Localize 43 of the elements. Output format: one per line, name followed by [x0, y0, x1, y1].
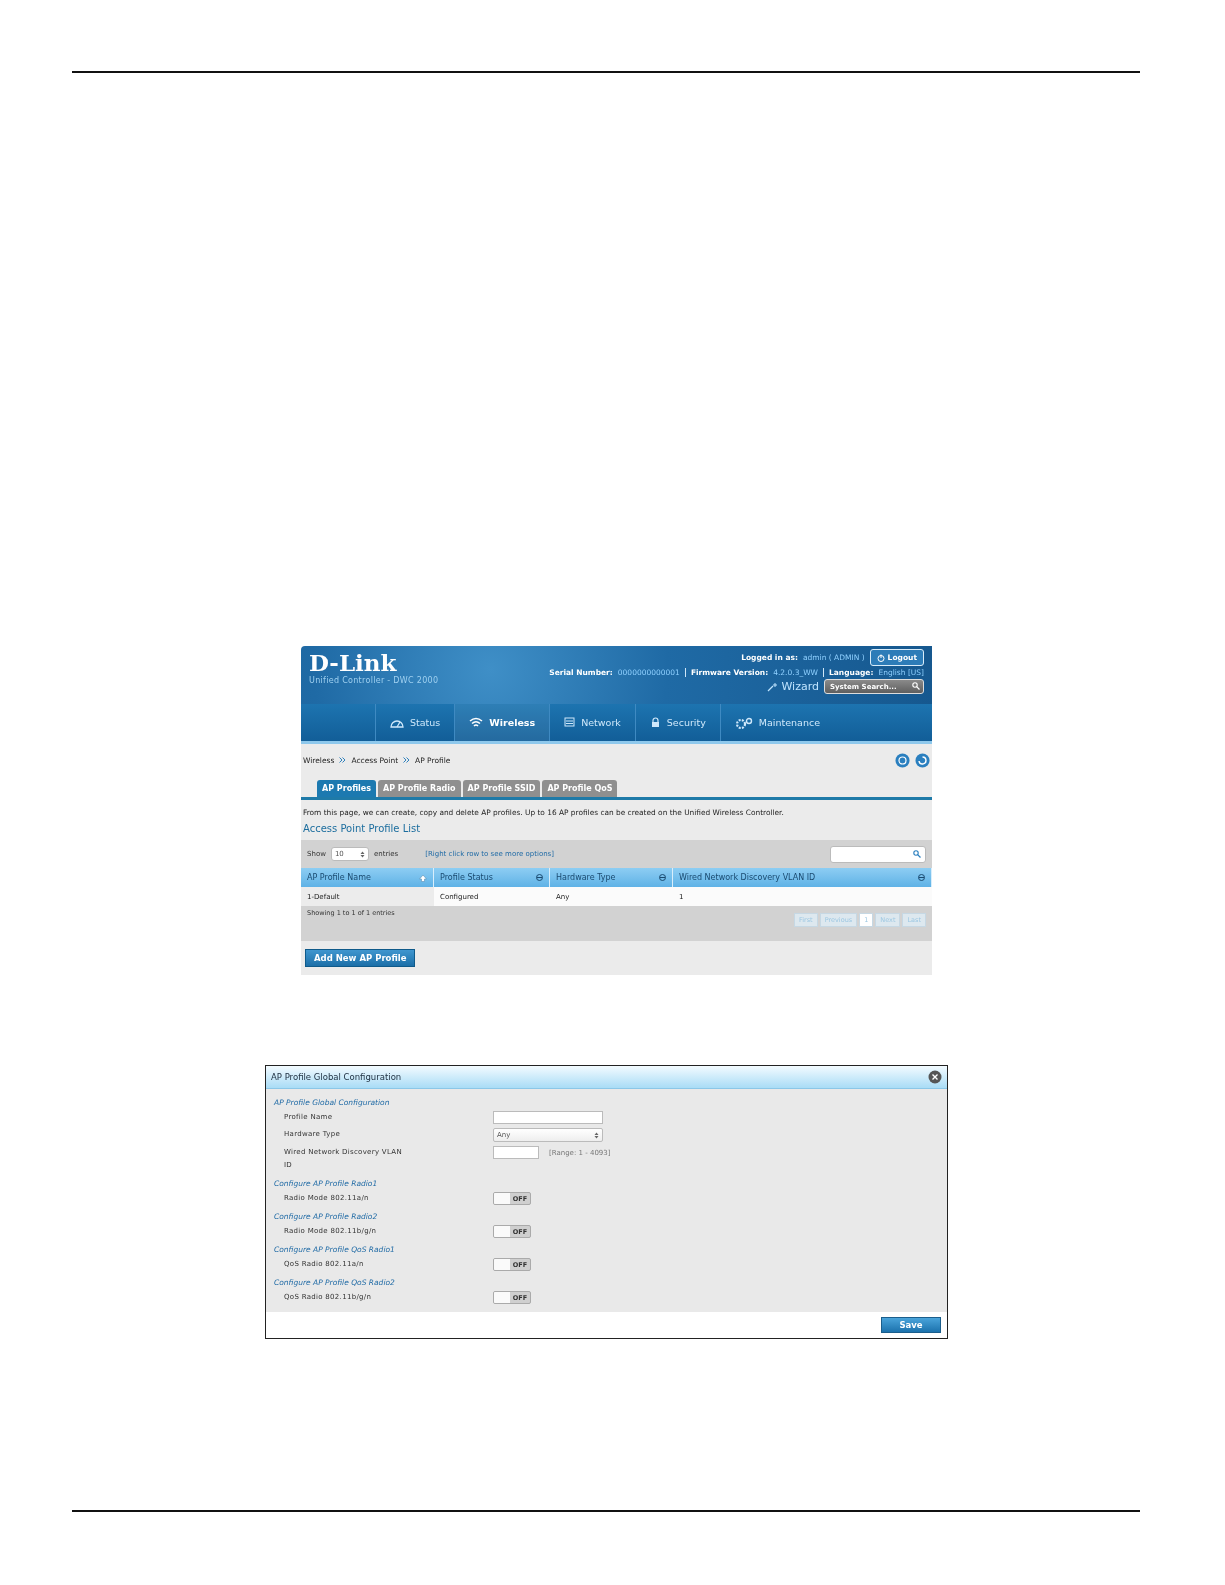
gauge-icon [390, 717, 404, 728]
wifi-icon [469, 717, 484, 728]
nav-item[interactable]: Wireless [454, 704, 550, 741]
input-field[interactable] [493, 1111, 603, 1124]
lock-icon [649, 717, 661, 728]
save-button[interactable]: Save [881, 1317, 941, 1333]
spinner-arrows-icon [359, 850, 365, 858]
breadcrumb-separator-icon [403, 757, 411, 763]
refresh-icon [915, 752, 930, 768]
nav-item[interactable]: Status [375, 704, 455, 741]
gears-icon [734, 716, 753, 729]
product-name: Unified Controller - DWC 2000 [309, 676, 439, 685]
nav-item[interactable]: Security [634, 704, 720, 741]
breadcrumb-separator-icon [339, 757, 347, 763]
sort-icon [536, 874, 543, 881]
tab[interactable]: AP Profile Radio [378, 780, 461, 797]
search-icon [913, 850, 921, 858]
close-icon [928, 1070, 942, 1084]
input-field[interactable] [493, 1146, 539, 1159]
nav-item[interactable]: Network [549, 704, 635, 741]
dialog-title: AP Profile Global Configuration [271, 1072, 402, 1082]
list-title: Access Point Profile List [303, 823, 422, 834]
sort-icon [918, 874, 925, 881]
table-search-field[interactable] [830, 845, 926, 863]
tab[interactable]: AP Profiles [317, 780, 376, 797]
column-header[interactable]: Hardware Type [550, 868, 673, 887]
help-icon [895, 752, 910, 768]
column-header[interactable]: Profile Status [434, 868, 550, 887]
sort-icon [659, 874, 666, 881]
nav-item[interactable]: Maintenance [719, 704, 835, 741]
power-icon [876, 653, 885, 662]
spinner-arrows-icon [594, 1131, 599, 1139]
tab[interactable]: AP Profile SSID [462, 780, 541, 797]
server-icon [564, 717, 576, 728]
column-header[interactable]: AP Profile Name [301, 868, 434, 887]
add-profile-button[interactable]: Add New AP Profile [305, 949, 416, 967]
tab[interactable]: AP Profile QoS [542, 780, 618, 797]
column-header[interactable]: Wired Network Discovery VLAN ID [673, 868, 932, 887]
logo: D-Link [309, 650, 398, 676]
sort-up-icon [419, 873, 427, 882]
wizard-link[interactable]: Wizard [767, 680, 819, 693]
magic-wand-icon [767, 681, 779, 692]
search-icon [912, 682, 920, 690]
